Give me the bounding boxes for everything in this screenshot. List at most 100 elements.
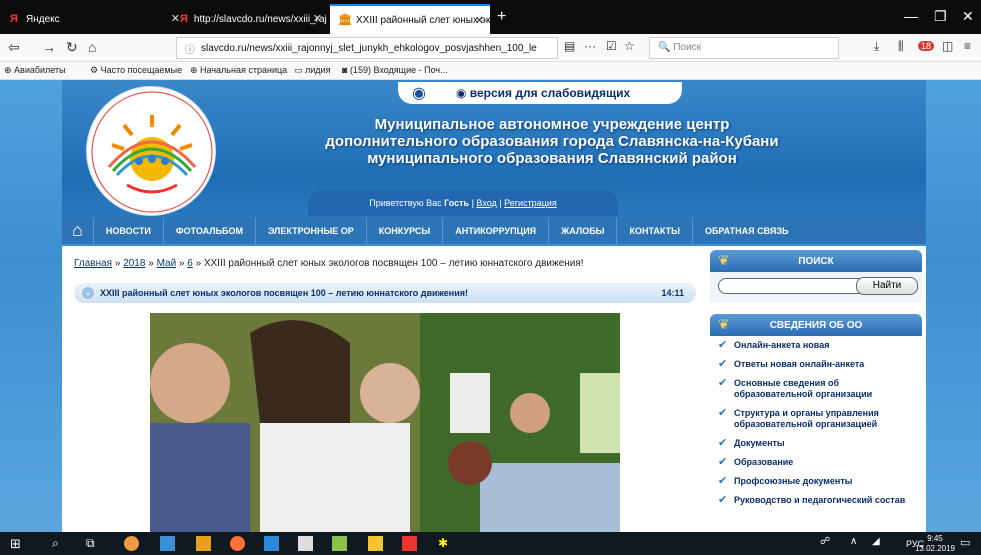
search-button[interactable]: Найти: [856, 277, 918, 295]
separator: »: [192, 258, 204, 269]
breadcrumb-year[interactable]: 2018: [123, 258, 145, 269]
register-link[interactable]: Регистрация: [504, 198, 557, 208]
bookmark-inbox[interactable]: ◙ (159) Входящие - Поч...: [342, 65, 448, 75]
vision-impaired-link[interactable]: ◉ ◉ версия для слабовидящих: [398, 82, 682, 104]
minimize-icon[interactable]: —: [904, 8, 918, 24]
home-icon[interactable]: ⌂: [62, 218, 94, 244]
menu-item-anticorruption[interactable]: АНТИКОРРУПЦИЯ: [443, 218, 550, 244]
tab-yandex[interactable]: Я Яндекс ✕: [0, 4, 186, 34]
info-panel-title: СВЕДЕНИЯ ОБ ОО: [769, 319, 863, 331]
tab-slavcdo[interactable]: Я http://slavcdo.ru/news/xxiii_raj ✕: [172, 4, 328, 34]
back-icon[interactable]: ⇦: [8, 39, 20, 56]
check-icon: ✔: [718, 494, 728, 506]
new-tab-button[interactable]: +: [497, 8, 506, 26]
firefox-icon[interactable]: [230, 536, 245, 551]
home-icon[interactable]: ⌂: [88, 39, 96, 55]
check-icon: ✔: [718, 437, 728, 449]
search-input[interactable]: 🔍 Поиск: [649, 37, 839, 59]
tab-article[interactable]: 🏛 XXIII районный слет юных эко ✕: [330, 4, 490, 34]
app-icon[interactable]: [264, 536, 279, 551]
menu-item-contests[interactable]: КОНКУРСЫ: [367, 218, 444, 244]
app-icon[interactable]: [332, 536, 347, 551]
windows-taskbar: ⊞ ⌕ ⧉ ✱ ☍ ∧ ◢ РУС 9:45 13.02.2019 ▭: [0, 532, 981, 555]
clock[interactable]: 9:45 13.02.2019: [915, 534, 955, 554]
download-icon[interactable]: ⤓: [874, 39, 879, 54]
close-window-icon[interactable]: ✕: [962, 8, 974, 25]
info-panel-header: ❦ СВЕДЕНИЯ ОБ ОО: [710, 314, 922, 336]
network-icon[interactable]: ◢: [872, 536, 887, 551]
list-item[interactable]: ✔ Профсоюзные документы: [710, 472, 922, 491]
browser-tab-bar: Я Яндекс ✕ Я http://slavcdo.ru/news/xxii…: [0, 0, 981, 38]
list-item-label: Документы: [734, 438, 785, 448]
search-icon[interactable]: ⌕: [52, 536, 67, 551]
windows-start-icon[interactable]: ⊞: [10, 536, 25, 551]
folder-icon[interactable]: [368, 536, 383, 551]
people-icon[interactable]: ☍: [820, 536, 835, 551]
app-icon[interactable]: [160, 536, 175, 551]
maximize-icon[interactable]: ❐: [934, 8, 947, 25]
ornament-icon: ❦: [718, 316, 730, 332]
vision-label: ◉ версия для слабовидящих: [455, 86, 631, 100]
yandex-icon[interactable]: [402, 536, 417, 551]
bookmark-lidiya[interactable]: ▭ лидия: [294, 65, 330, 76]
bookmark-frequent[interactable]: ⚙ Часто посещаемые: [90, 65, 182, 76]
check-icon: ✔: [718, 339, 728, 351]
reload-icon[interactable]: ↻: [66, 39, 78, 56]
menu-item-news[interactable]: НОВОСТИ: [94, 218, 164, 244]
task-view-icon[interactable]: ⧉: [86, 536, 101, 551]
sidebar: ❦ ПОИСК Найти ❦ СВЕДЕНИЯ ОБ ОО ✔ Онлайн-а…: [710, 250, 922, 532]
main-menu: ⌂ НОВОСТИ ФОТОАЛЬБОМ ЭЛЕКТРОННЫЕ ОР КОНК…: [62, 218, 926, 244]
bookmark-aviabilety[interactable]: ⊕ Авиабилеты: [4, 65, 66, 76]
chrome-icon[interactable]: [124, 536, 139, 551]
list-item[interactable]: ✔ Руководство и педагогический состав: [710, 491, 922, 510]
pocket-icon[interactable]: ☑: [606, 39, 617, 53]
site-logo[interactable]: [86, 86, 216, 216]
menu-icon[interactable]: ≡: [964, 39, 971, 53]
list-item[interactable]: ✔ Ответы новая онлайн-анкета: [710, 355, 922, 374]
menu-item-photoalbum[interactable]: ФОТОАЛЬБОМ: [164, 218, 256, 244]
chevron-up-icon[interactable]: ∧: [850, 536, 865, 551]
list-item[interactable]: ✔ Основные сведения об образовательной ор…: [710, 374, 922, 404]
bookmark-star-icon[interactable]: ☆: [624, 39, 635, 53]
sidebar-icon[interactable]: ◫: [942, 39, 953, 53]
login-link[interactable]: Вход: [476, 198, 496, 208]
chevron-down-icon[interactable]: ⌄: [82, 287, 94, 299]
breadcrumb-home[interactable]: Главная: [74, 258, 112, 269]
ornament-icon: ❦: [718, 252, 730, 268]
addon-badge[interactable]: 18: [918, 41, 935, 51]
library-icon[interactable]: ⫼: [898, 39, 904, 54]
list-item-label: Образование: [734, 457, 794, 467]
reader-view-icon[interactable]: ▤: [564, 39, 575, 53]
greeting-user: Гость: [444, 198, 470, 208]
org-line: дополнительного образования города Славя…: [325, 133, 779, 150]
clock-date: 13.02.2019: [914, 544, 955, 553]
list-item[interactable]: ✔ Документы: [710, 434, 922, 453]
bookmark-start-page[interactable]: ⊕ Начальная страница: [190, 65, 287, 76]
list-item-label: Ответы новая онлайн-анкета: [734, 359, 865, 369]
store-icon[interactable]: [196, 536, 211, 551]
menu-item-complaints[interactable]: ЖАЛОБЫ: [549, 218, 618, 244]
forward-icon[interactable]: →: [42, 39, 56, 55]
menu-item-contacts[interactable]: КОНТАКТЫ: [617, 218, 693, 244]
article-title: XXIII районный слет юных экологов посвящ…: [100, 288, 469, 298]
menu-item-electronic-or[interactable]: ЭЛЕКТРОННЫЕ ОР: [256, 218, 367, 244]
tab-label: XXIII районный слет юных эко: [356, 14, 490, 26]
app-icon[interactable]: ✱: [438, 536, 453, 551]
mail-icon[interactable]: [298, 536, 313, 551]
menu-item-feedback[interactable]: ОБРАТНАЯ СВЯЗЬ: [693, 218, 801, 244]
separator: »: [176, 258, 188, 269]
eye-icon: ◉: [412, 85, 426, 102]
page-actions-icon[interactable]: ···: [584, 39, 596, 53]
article-time: 14:11: [661, 288, 684, 298]
yandex-icon: Я: [180, 13, 188, 25]
notifications-icon[interactable]: ▭: [960, 536, 975, 551]
url-bar[interactable]: ⓘ slavcdo.ru/news/xxiii_rajonnyj_slet_ju…: [176, 37, 558, 59]
close-tab-icon[interactable]: ✕: [313, 12, 322, 25]
list-item[interactable]: ✔ Онлайн-анкета новая: [710, 336, 922, 355]
search-panel-title: ПОИСК: [798, 255, 834, 267]
list-item[interactable]: ✔ Образование: [710, 453, 922, 472]
web-page: ◉ ◉ версия для слабовидящих Муниципально…: [0, 80, 981, 532]
list-item[interactable]: ✔ Структура и органы управления образоват…: [710, 404, 922, 434]
breadcrumb-month[interactable]: Май: [157, 258, 177, 269]
close-tab-icon[interactable]: ✕: [475, 14, 484, 27]
